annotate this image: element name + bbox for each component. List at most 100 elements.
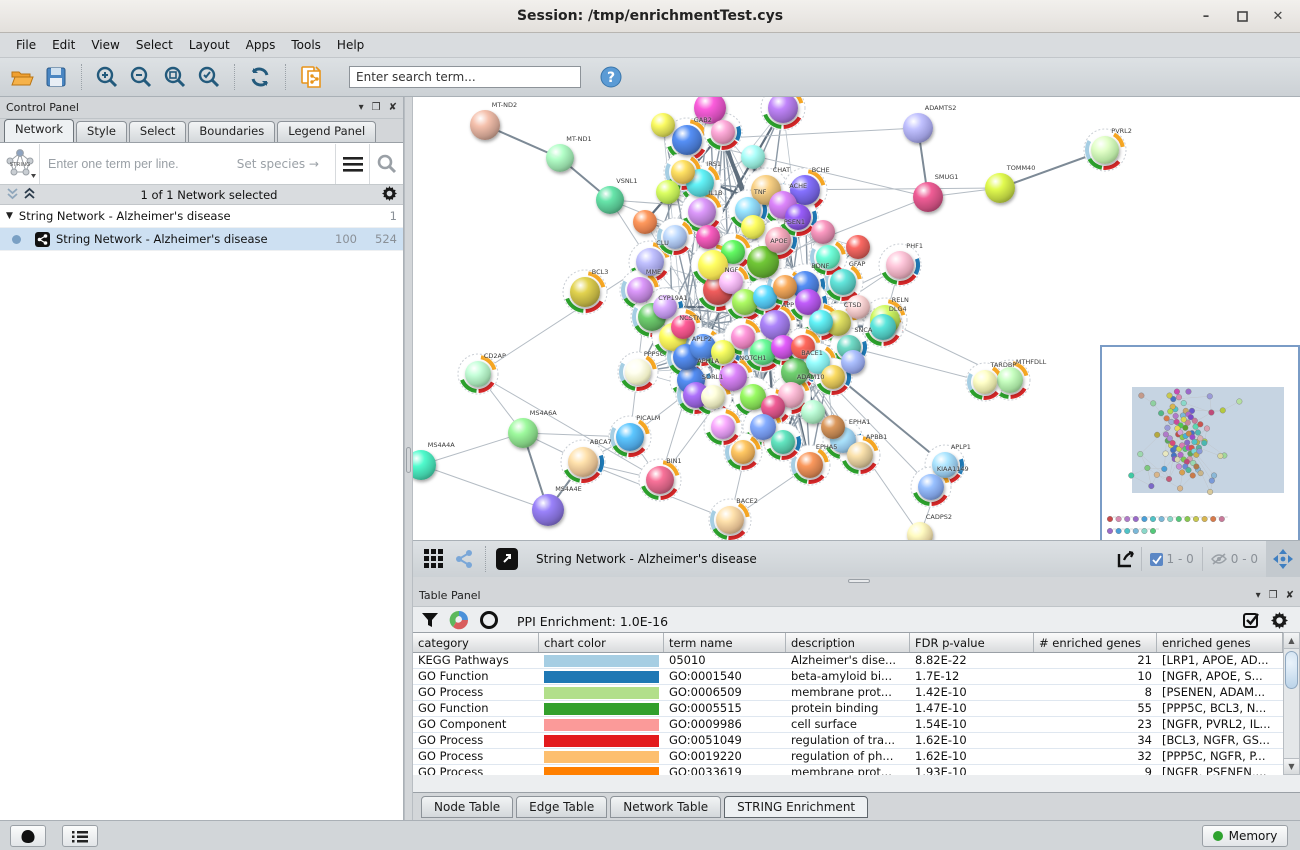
network-node-abca7[interactable] [568, 447, 598, 477]
menu-tools[interactable]: Tools [283, 35, 329, 55]
column-header--enriched-genes[interactable]: # enriched genes [1034, 633, 1157, 652]
table-splitter[interactable] [413, 577, 1300, 585]
tab-node-table[interactable]: Node Table [421, 796, 513, 818]
network-node[interactable] [711, 120, 735, 144]
refresh-icon[interactable] [246, 63, 274, 91]
network-node[interactable] [846, 235, 870, 259]
network-node-cd2ap[interactable] [465, 361, 491, 387]
column-header-term-name[interactable]: term name [664, 633, 786, 652]
network-node[interactable] [821, 415, 845, 439]
network-node-dlg4[interactable] [870, 314, 896, 340]
birds-eye-toggle-icon[interactable] [1266, 541, 1300, 578]
open-in-window-icon[interactable] [492, 544, 522, 574]
network-node-kiaa1149[interactable] [918, 474, 944, 500]
tab-network-table[interactable]: Network Table [610, 796, 721, 818]
tab-edge-table[interactable]: Edge Table [516, 796, 607, 818]
string-query-input[interactable] [40, 144, 335, 184]
table-row[interactable]: GO ProcessGO:0019220regulation of ph...1… [413, 749, 1283, 765]
tab-network[interactable]: Network [4, 119, 74, 142]
table-row[interactable]: GO FunctionGO:0001540beta-amyloid bi...1… [413, 669, 1283, 685]
search-input[interactable] [349, 66, 581, 88]
network-node-picalm[interactable] [616, 423, 644, 451]
column-header-chart-color[interactable]: chart color [539, 633, 664, 652]
network-node-vsnl1[interactable] [596, 186, 624, 214]
open-folder-icon[interactable] [8, 63, 36, 91]
network-node-bin1[interactable] [646, 466, 674, 494]
network-node[interactable] [701, 385, 725, 409]
network-node[interactable] [741, 145, 765, 169]
zoom-out-icon[interactable] [127, 63, 155, 91]
ring-icon[interactable] [479, 610, 499, 633]
task-history-button[interactable] [62, 825, 98, 847]
share-network-icon[interactable] [449, 544, 479, 574]
menu-select[interactable]: Select [128, 35, 181, 55]
minimize-button[interactable]: – [1192, 5, 1220, 29]
menu-layout[interactable]: Layout [181, 35, 238, 55]
network-node-gab2[interactable] [672, 125, 702, 155]
network-node[interactable] [656, 180, 680, 204]
network-node-bcl3[interactable] [570, 277, 600, 307]
tab-style[interactable]: Style [76, 121, 127, 142]
save-icon[interactable] [42, 63, 70, 91]
zoom-fit-icon[interactable] [161, 63, 189, 91]
panel-menu-icon[interactable]: ▾ [359, 102, 364, 113]
memory-button[interactable]: Memory [1202, 825, 1288, 847]
network-node[interactable] [741, 215, 765, 239]
network-node[interactable] [696, 225, 720, 249]
network-node[interactable] [773, 275, 797, 299]
tab-select[interactable]: Select [129, 121, 186, 142]
network-row[interactable]: String Network - Alzheimer's disease 100… [0, 228, 403, 251]
scroll-up-icon[interactable]: ▲ [1284, 633, 1299, 649]
table-row[interactable]: GO ProcessGO:0051049regulation of tra...… [413, 733, 1283, 749]
network-node-smug1[interactable] [913, 182, 943, 212]
table-row[interactable]: GO ComponentGO:0009986cell surface1.54E-… [413, 717, 1283, 733]
network-options-gear-icon[interactable] [382, 186, 397, 204]
column-header-fdr-p-value[interactable]: FDR p-value [910, 633, 1034, 652]
zoom-in-icon[interactable] [93, 63, 121, 91]
network-node[interactable] [811, 220, 835, 244]
network-node[interactable] [841, 350, 865, 374]
network-node-pvrl2[interactable] [1091, 136, 1119, 164]
network-view-canvas[interactable]: MT-ND2MT-ND1VSNL1CD2APMS4A6AMS4A4AMS4A4E… [413, 97, 1300, 540]
chart-donut-icon[interactable] [449, 610, 469, 633]
scroll-thumb[interactable] [1285, 651, 1298, 689]
scroll-down-icon[interactable]: ▼ [1284, 758, 1299, 774]
network-node-ppp5c[interactable] [625, 359, 651, 385]
filter-icon[interactable] [421, 611, 439, 632]
network-node-phf1[interactable] [886, 251, 914, 279]
network-node[interactable] [809, 310, 833, 334]
select-columns-icon[interactable] [1243, 611, 1261, 632]
string-search-icon[interactable] [369, 144, 403, 184]
clone-network-icon[interactable] [297, 63, 325, 91]
network-node[interactable] [785, 204, 811, 230]
table-row[interactable]: GO ProcessGO:0006509membrane prot...1.42… [413, 685, 1283, 701]
network-node-mt-nd2[interactable] [470, 110, 500, 140]
menu-edit[interactable]: Edit [44, 35, 83, 55]
table-settings-gear-icon[interactable] [1271, 612, 1288, 632]
network-node-il1b[interactable] [688, 198, 716, 226]
tab-legend-panel[interactable]: Legend Panel [277, 121, 376, 142]
column-header-category[interactable]: category [413, 633, 539, 652]
export-network-icon[interactable] [1111, 544, 1141, 574]
string-logo-icon[interactable]: STRING [0, 144, 40, 184]
table-row[interactable]: GO FunctionGO:0005515protein binding1.47… [413, 701, 1283, 717]
network-node[interactable] [651, 113, 675, 137]
menu-file[interactable]: File [8, 35, 44, 55]
table-panel-float-icon[interactable]: ❒ [1269, 590, 1278, 601]
network-node-mthfdll[interactable] [997, 367, 1023, 393]
table-panel-close-icon[interactable]: ✘ [1286, 590, 1294, 601]
network-node-ms4a6a[interactable] [508, 418, 538, 448]
network-node-bace2[interactable] [716, 506, 744, 534]
panel-float-icon[interactable]: ❒ [372, 102, 381, 113]
network-node-adamts2[interactable] [903, 113, 933, 143]
cytoscape-logo-button[interactable] [10, 825, 46, 847]
network-node-apbb1[interactable] [847, 442, 873, 468]
zoom-selected-icon[interactable] [195, 63, 223, 91]
collapse-all-icon[interactable] [6, 187, 19, 203]
menu-view[interactable]: View [83, 35, 127, 55]
tab-string-enrichment[interactable]: STRING Enrichment [724, 796, 868, 818]
help-icon[interactable]: ? [597, 63, 625, 91]
grid-view-icon[interactable] [419, 544, 449, 574]
network-node[interactable] [711, 415, 735, 439]
network-node-gfap[interactable] [830, 269, 856, 295]
